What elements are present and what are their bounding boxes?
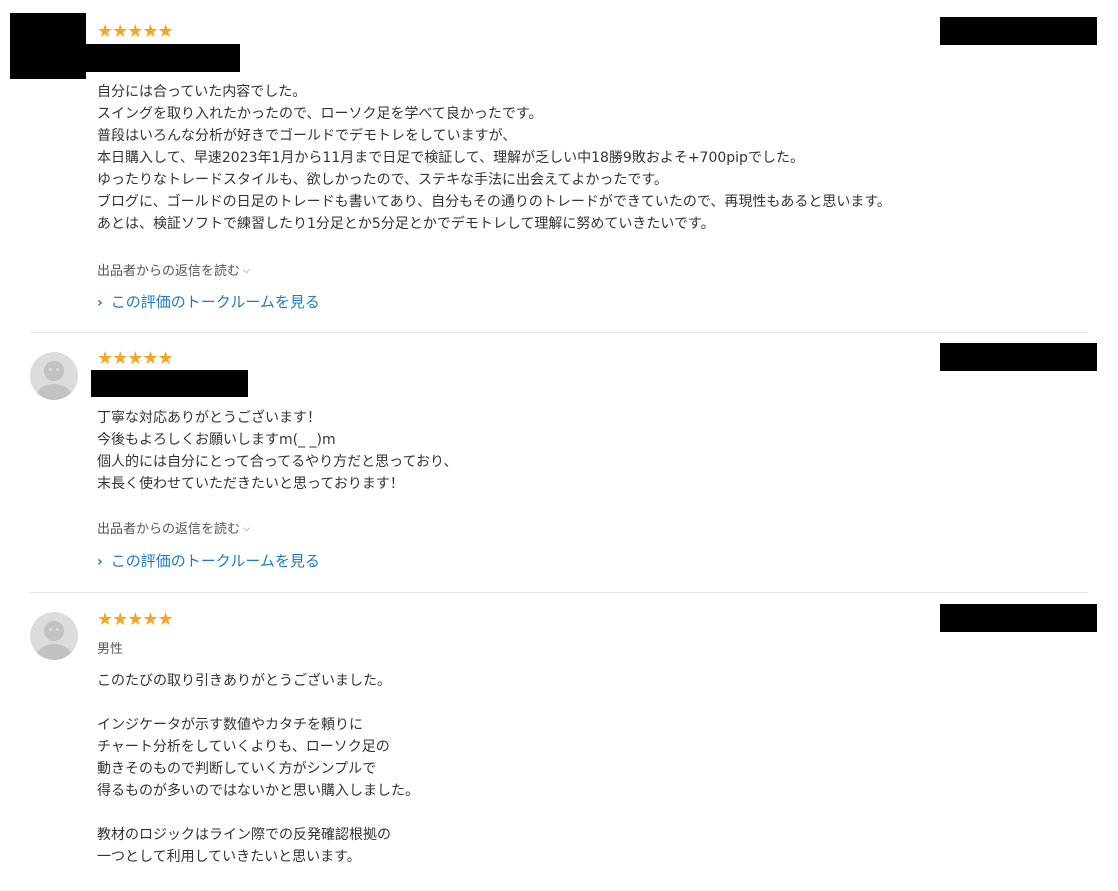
review-line: 丁寧な対応ありがとうございます！ bbox=[97, 410, 321, 426]
redacted-username bbox=[86, 44, 240, 72]
read-seller-reply-link[interactable]: 出品者からの返信を読む ⌵ bbox=[97, 260, 250, 279]
review-line: 自分には合っていた内容でした。 bbox=[97, 84, 307, 100]
review-line: 個人的には自分にとって合ってるやり方だと思っており、 bbox=[97, 454, 458, 470]
talkroom-link-label: この評価のトークルームを見る bbox=[110, 552, 320, 570]
review-line: 今後もよろしくお願いしますm(_ _)m bbox=[97, 432, 336, 448]
review-line: 得るものが多いのではないかと思い購入しました。 bbox=[97, 783, 419, 799]
review-divider bbox=[30, 592, 1088, 593]
review-body: このたびの取り引きありがとうございました。 インジケータが示す数値やカタチを頼り… bbox=[97, 670, 419, 868]
read-seller-reply-link[interactable]: 出品者からの返信を読む ⌵ bbox=[97, 518, 250, 537]
review-line bbox=[97, 692, 419, 714]
review-line bbox=[97, 802, 419, 824]
review-line: ゆったりなトレードスタイルも、欲しかったので、ステキな手法に出会えてよかったです… bbox=[97, 172, 668, 188]
talkroom-link[interactable]: › この評価のトークルームを見る bbox=[97, 291, 320, 312]
review-line: 教材のロジックはライン際での反発確認根拠の bbox=[97, 827, 391, 843]
chevron-right-icon: › bbox=[97, 554, 103, 570]
review-body: 自分には合っていた内容でした。 スイングを取り入れたかったので、ローソク足を学べ… bbox=[97, 81, 891, 235]
review-line: インジケータが示す数値やカタチを頼りに bbox=[97, 717, 363, 733]
review-line: 本日購入して、早速2023年1月から11月まで日足で検証して、理解が乏しい中18… bbox=[97, 150, 804, 166]
review-line: 普段はいろんな分析が好きでゴールドでデモトレをしていますが、 bbox=[97, 128, 517, 144]
reply-link-label: 出品者からの返信を読む bbox=[97, 522, 241, 537]
chevron-down-icon: ⌵ bbox=[243, 266, 250, 276]
reply-link-label: 出品者からの返信を読む bbox=[97, 264, 241, 279]
redacted-date bbox=[940, 604, 1097, 632]
star-rating: ★★★★★ bbox=[97, 348, 174, 369]
default-avatar-icon bbox=[30, 612, 78, 660]
redacted-date bbox=[940, 343, 1097, 371]
review-line: このたびの取り引きありがとうございました。 bbox=[97, 673, 391, 689]
star-rating: ★★★★★ bbox=[97, 21, 174, 42]
redacted-date bbox=[940, 17, 1097, 45]
review-line: スイングを取り入れたかったので、ローソク足を学べて良かったです。 bbox=[97, 106, 543, 122]
redacted-avatar bbox=[10, 13, 86, 79]
user-gender-label: 男性 bbox=[97, 642, 124, 657]
chevron-right-icon: › bbox=[97, 295, 103, 311]
redacted-username bbox=[91, 370, 248, 397]
review-divider bbox=[30, 332, 1088, 333]
review-line: 動きそのもので判断していく方がシンプルで bbox=[97, 761, 377, 777]
talkroom-link[interactable]: › この評価のトークルームを見る bbox=[97, 550, 320, 571]
review-body: 丁寧な対応ありがとうございます！ 今後もよろしくお願いしますm(_ _)m 個人… bbox=[97, 407, 458, 495]
chevron-down-icon: ⌵ bbox=[243, 524, 250, 534]
review-line: あとは、検証ソフトで練習したり1分足とか5分足とかでデモトレして理解に努めていき… bbox=[97, 216, 715, 232]
review-line: 一つとして利用していきたいと思います。 bbox=[97, 849, 361, 865]
review-line: チャート分析をしていくよりも、ローソク足の bbox=[97, 739, 390, 755]
review-line: 末長く使わせていただきたいと思っております！ bbox=[97, 476, 404, 492]
default-avatar-icon bbox=[30, 352, 78, 400]
talkroom-link-label: この評価のトークルームを見る bbox=[110, 293, 320, 311]
star-rating: ★★★★★ bbox=[97, 609, 174, 630]
review-line: ブログに、ゴールドの日足のトレードも書いてあり、自分もその通りのトレードができて… bbox=[97, 194, 891, 210]
